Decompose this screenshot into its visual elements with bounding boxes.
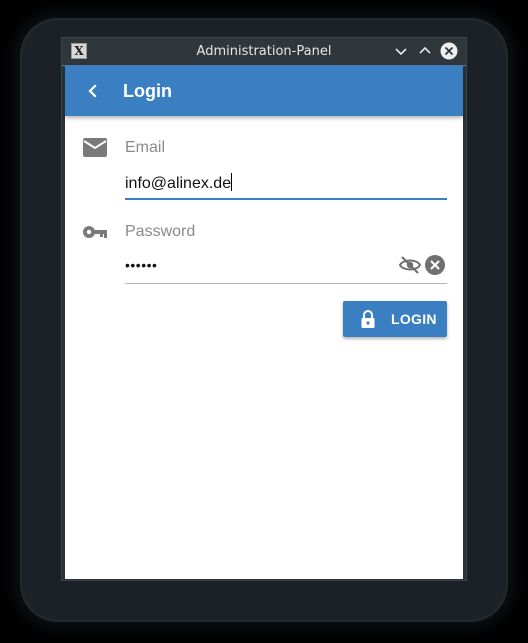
close-icon [440,42,458,60]
envelope-icon [83,138,107,157]
password-label: Password [125,223,196,240]
page-title: Login [123,81,172,101]
email-field[interactable]: info@alinex.de [125,173,233,193]
password-underline [125,283,447,284]
window-titlebar[interactable]: X Administration-Panel [62,38,466,66]
maximize-button[interactable] [416,42,434,60]
toggle-password-visibility-button[interactable] [398,254,422,276]
app-content: Login Email info@alinex.de Password ••••… [65,66,463,579]
app-header: Login [65,66,463,116]
key-icon [83,226,107,238]
clear-icon [425,255,445,275]
back-button[interactable] [81,79,105,103]
login-button-label: LOGIN [391,311,437,327]
chevron-left-icon [88,84,97,98]
clear-password-button[interactable] [424,254,446,276]
password-field[interactable]: •••••• [125,257,157,273]
email-label: Email [125,139,166,156]
maximize-icon [419,46,431,54]
close-window-button[interactable] [440,42,458,60]
email-underline [125,198,447,200]
email-value: info@alinex.de [125,175,232,192]
app-window: X Administration-Panel Login Email info@… [61,37,467,581]
text-caret [231,173,233,191]
minimize-icon [395,48,407,56]
eye-off-icon [398,256,422,274]
login-button[interactable]: LOGIN [343,301,447,337]
lock-icon [361,310,375,328]
minimize-button[interactable] [392,42,410,60]
